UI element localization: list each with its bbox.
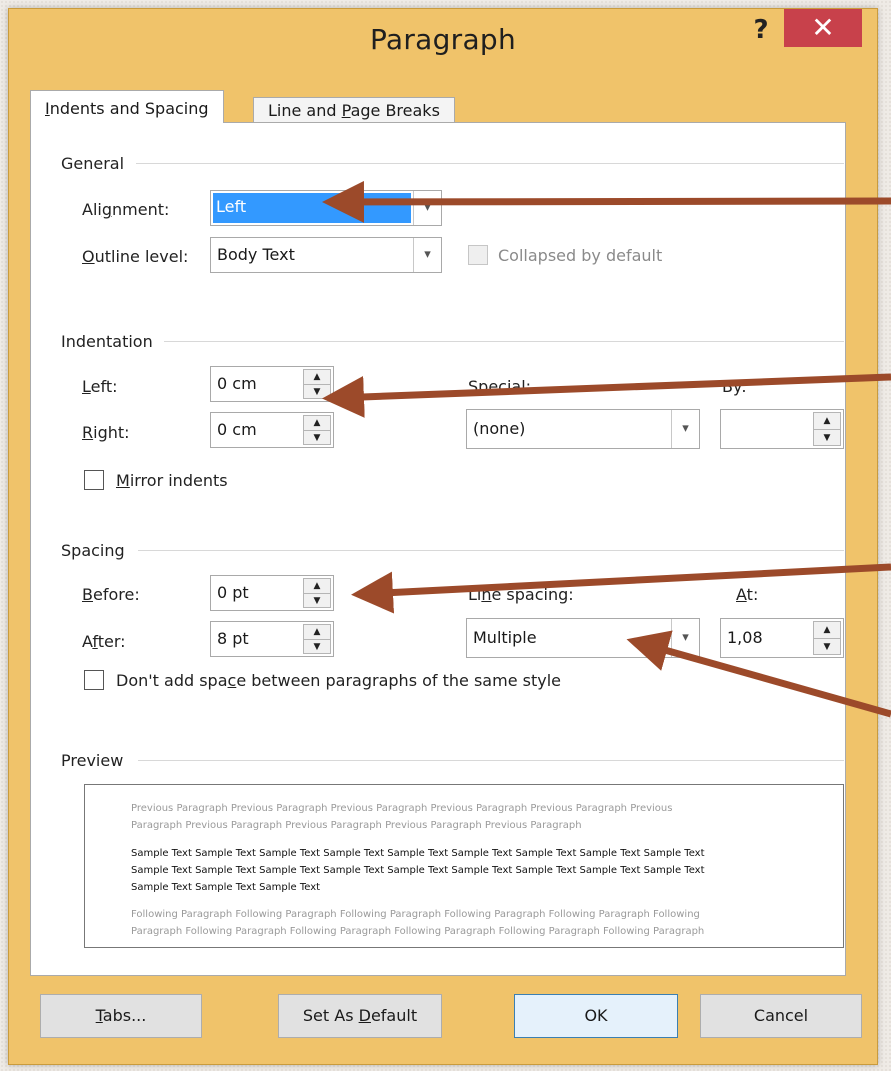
arrow-to-left-indent xyxy=(322,373,891,418)
annotation-arrows xyxy=(322,180,891,718)
tab-indents-and-spacing[interactable]: Indents and Spacing xyxy=(30,90,224,123)
tab-label-rest: ndents and Spacing xyxy=(49,99,209,118)
arrow-to-line-spacing xyxy=(626,630,891,718)
arrow-to-before xyxy=(351,563,891,614)
arrow-to-alignment xyxy=(322,180,891,223)
